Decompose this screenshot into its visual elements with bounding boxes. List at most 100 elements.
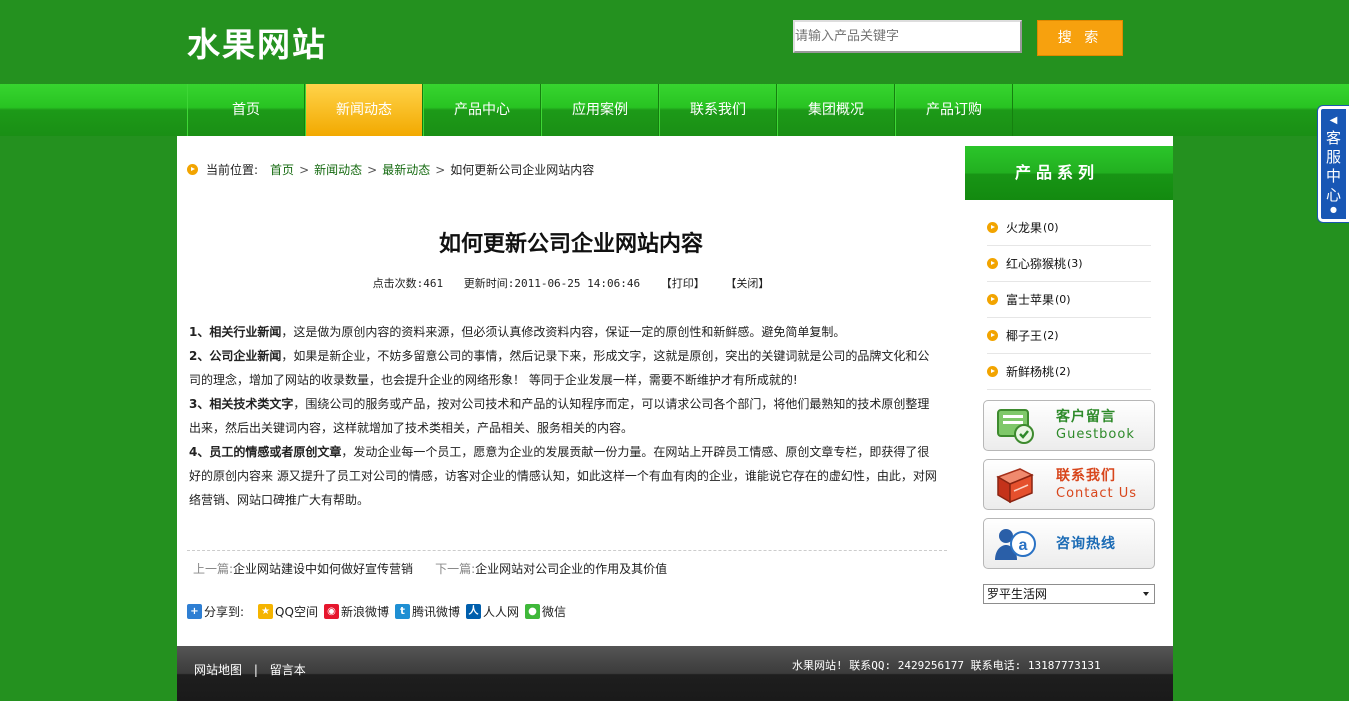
- print-link[interactable]: 【打印】: [661, 277, 705, 290]
- paragraph-text: ，这是做为原创内容的资料来源，但必须认真修改资料内容，保证一定的原创性和新鲜感。…: [281, 325, 846, 339]
- product-name: 红心猕猴桃: [1006, 257, 1067, 271]
- product-name: 富士苹果: [1006, 293, 1055, 307]
- share-renren[interactable]: 人 人人网: [465, 603, 519, 620]
- qq-icon: ●: [1330, 205, 1337, 214]
- arrow-bullet-icon: [187, 164, 198, 175]
- paragraph-heading: 3、相关技术类文字: [189, 397, 294, 411]
- search-box[interactable]: [793, 20, 1022, 53]
- search-button[interactable]: 搜 索: [1037, 20, 1123, 56]
- product-name: 新鲜杨桃: [1006, 365, 1055, 379]
- breadcrumb-news[interactable]: 新闻动态: [314, 161, 362, 178]
- product-list: 火龙果 (0) 红心猕猴桃 (3) 富士苹果 (0) 椰子王 (2) 新鲜杨桃 …: [987, 210, 1151, 390]
- product-count: (0): [1055, 293, 1071, 306]
- nav-item-contact[interactable]: 联系我们: [659, 84, 777, 136]
- nav-item-products[interactable]: 产品中心: [423, 84, 541, 136]
- breadcrumb-home[interactable]: 首页: [270, 161, 294, 178]
- article-paragraph: 1、相关行业新闻，这是做为原创内容的资料来源，但必须认真修改资料内容，保证一定的…: [189, 320, 941, 344]
- qzone-icon: ★: [258, 604, 274, 619]
- site-logo[interactable]: 水果网站: [187, 18, 327, 66]
- svg-text:a: a: [1019, 537, 1028, 554]
- divider: [187, 550, 947, 551]
- guestbook-link[interactable]: 留言本: [270, 663, 306, 677]
- breadcrumb-latest[interactable]: 最新动态: [382, 161, 430, 178]
- friend-link-select[interactable]: 罗平生活网: [983, 584, 1155, 604]
- breadcrumb-current: 如何更新公司企业网站内容: [450, 163, 595, 177]
- main-nav: 首页 新闻动态 产品中心 应用案例 联系我们 集团概况 产品订购: [0, 84, 1349, 136]
- click-count: 点击次数:461: [372, 277, 444, 290]
- product-count: (2): [1055, 365, 1071, 378]
- sidebar: 产品系列 火龙果 (0) 红心猕猴桃 (3) 富士苹果 (0) 椰子王 (2) …: [965, 136, 1173, 646]
- header: 水果网站 搜 索: [0, 0, 1349, 84]
- share-qzone-label: QQ空间: [275, 605, 318, 619]
- share-label-item[interactable]: + 分享到:: [187, 603, 244, 620]
- prev-label: 上一篇:: [193, 562, 234, 576]
- customer-service-tab[interactable]: ◀ 客服中心 ●: [1318, 106, 1349, 222]
- hotline-banner[interactable]: a 咨询热线: [983, 518, 1155, 569]
- product-count: (0): [1043, 221, 1059, 234]
- person-question-icon: a: [992, 522, 1038, 566]
- product-item[interactable]: 红心猕猴桃 (3): [987, 246, 1151, 282]
- share-label: 分享到:: [204, 605, 245, 619]
- arrow-bullet-icon: [987, 258, 998, 269]
- guestbook-subtitle: Guestbook: [1056, 426, 1135, 442]
- breadcrumb-prefix: 当前位置:: [206, 163, 259, 177]
- update-time: 更新时间:2011-06-25 14:06:46: [463, 277, 641, 290]
- hotline-title: 咨询热线: [1056, 535, 1116, 552]
- footer-contact-info: 水果网站! 联系QQ: 2429256177 联系电话: 13187773131: [792, 659, 1101, 672]
- nav-item-home[interactable]: 首页: [187, 84, 305, 136]
- product-name: 椰子王: [1006, 329, 1043, 343]
- wechat-icon: ●: [525, 604, 540, 619]
- paragraph-text: ，如果是新企业，不妨多留意公司的事情，然后记录下来，形成文字，这就是原创，突出的…: [189, 349, 930, 387]
- paragraph-heading: 1、相关行业新闻: [189, 325, 282, 339]
- share-tencent-label: 腾讯微博: [411, 605, 460, 619]
- product-item[interactable]: 新鲜杨桃 (2): [987, 354, 1151, 390]
- nav-item-cases[interactable]: 应用案例: [541, 84, 659, 136]
- contact-banner[interactable]: 联系我们 Contact Us: [983, 459, 1155, 510]
- share-tencent-weibo[interactable]: t 腾讯微博: [394, 603, 460, 620]
- triangle-left-icon: ◀: [1329, 115, 1338, 126]
- next-label: 下一篇:: [435, 562, 476, 576]
- product-item[interactable]: 富士苹果 (0): [987, 282, 1151, 318]
- guestbook-title: 客户留言: [1056, 408, 1116, 425]
- guestbook-banner[interactable]: 客户留言 Guestbook: [983, 400, 1155, 451]
- share-bar: + 分享到: ★ QQ空间 ◉ 新浪微博 t 腾讯微博 人 人人网 ● 微信: [187, 603, 572, 620]
- nav-item-order[interactable]: 产品订购: [895, 84, 1013, 136]
- nav-item-news[interactable]: 新闻动态: [305, 84, 423, 136]
- arrow-bullet-icon: [987, 366, 998, 377]
- breadcrumb-separator: >: [367, 162, 378, 177]
- prev-article-link[interactable]: 企业网站建设中如何做好宣传营销: [233, 560, 413, 577]
- share-renren-label: 人人网: [482, 605, 519, 619]
- product-count: (3): [1067, 257, 1083, 270]
- breadcrumb-separator: >: [299, 162, 310, 177]
- sitemap-link[interactable]: 网站地图: [194, 663, 242, 677]
- plus-icon: +: [187, 604, 202, 619]
- sidebar-title: 产品系列: [965, 146, 1173, 200]
- book-icon: [992, 463, 1038, 507]
- footer-separator: |: [253, 663, 258, 677]
- share-weibo[interactable]: ◉ 新浪微博: [323, 603, 389, 620]
- contact-title: 联系我们: [1056, 467, 1116, 484]
- product-name: 火龙果: [1006, 221, 1043, 235]
- share-wechat-label: 微信: [542, 605, 567, 619]
- tencent-weibo-icon: t: [394, 604, 410, 619]
- share-wechat[interactable]: ● 微信: [525, 603, 566, 620]
- contact-subtitle: Contact Us: [1056, 485, 1137, 501]
- share-weibo-label: 新浪微博: [340, 605, 389, 619]
- share-qzone[interactable]: ★ QQ空间: [258, 603, 318, 620]
- next-article-link[interactable]: 企业网站对公司企业的作用及其价值: [475, 560, 667, 577]
- breadcrumb: 当前位置: 首页 > 新闻动态 > 最新动态 > 如何更新公司企业网站内容: [187, 161, 594, 178]
- nav-item-about[interactable]: 集团概况: [777, 84, 895, 136]
- guestbook-icon: [992, 404, 1038, 448]
- article-paragraph: 2、公司企业新闻，如果是新企业，不妨多留意公司的事情，然后记录下来，形成文字，这…: [189, 344, 941, 392]
- breadcrumb-separator: >: [435, 162, 446, 177]
- article-title: 如何更新公司企业网站内容: [438, 231, 703, 257]
- footer: 网站地图 | 留言本 水果网站! 联系QQ: 2429256177 联系电话: …: [177, 646, 1173, 701]
- product-item[interactable]: 火龙果 (0): [987, 210, 1151, 246]
- footer-links: 网站地图 | 留言本: [194, 661, 314, 678]
- paragraph-text: ，围绕公司的服务或产品，按对公司技术和产品的认知程序而定，可以请求公司各个部门，…: [189, 397, 930, 435]
- article-paragraph: 3、相关技术类文字，围绕公司的服务或产品，按对公司技术和产品的认知程序而定，可以…: [189, 392, 941, 440]
- close-link[interactable]: 【关闭】: [725, 277, 769, 290]
- product-item[interactable]: 椰子王 (2): [987, 318, 1151, 354]
- product-count: (2): [1043, 329, 1059, 342]
- search-input[interactable]: [795, 29, 1020, 44]
